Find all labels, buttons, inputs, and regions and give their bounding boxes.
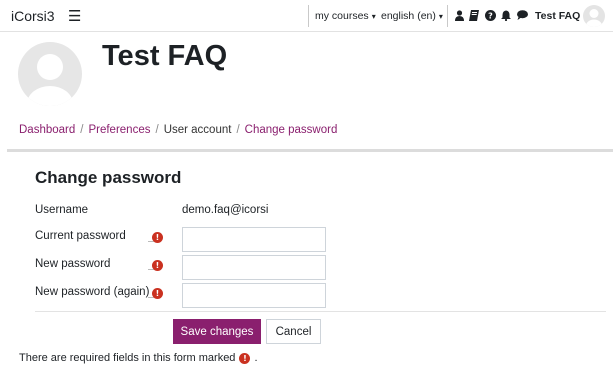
bell-icon[interactable]	[500, 8, 512, 22]
breadcrumb-separator: /	[80, 124, 84, 136]
menu-toggle-icon[interactable]: ☰	[68, 7, 81, 25]
new-password-input[interactable]	[182, 255, 326, 280]
my-courses-menu[interactable]: my courses ▾	[315, 10, 376, 22]
page-title: Test FAQ	[102, 40, 228, 72]
form-divider	[35, 311, 606, 312]
current-password-label: Current password	[35, 230, 126, 242]
avatar[interactable]	[583, 5, 605, 27]
help-icon[interactable]: ?	[484, 8, 496, 22]
breadcrumb-dashboard[interactable]: Dashboard	[19, 124, 75, 136]
top-navbar: iCorsi3 ☰ my courses ▾ english (en) ▾ ? Te…	[0, 0, 613, 32]
my-courses-label: my courses	[315, 10, 369, 22]
required-fields-note: There are required fields in this form m…	[19, 352, 258, 364]
new-password-again-label: New password (again)	[35, 286, 150, 298]
user-menu-name[interactable]: Test FAQ	[535, 10, 580, 22]
navbar-divider	[308, 5, 309, 27]
chevron-down-icon: ▾	[438, 12, 443, 21]
user-icon[interactable]	[453, 8, 465, 22]
profile-avatar	[18, 42, 82, 106]
current-password-input[interactable]	[182, 227, 326, 252]
book-icon[interactable]	[468, 8, 480, 22]
navbar-divider	[447, 5, 448, 27]
chat-icon[interactable]	[516, 8, 528, 22]
language-menu[interactable]: english (en) ▾	[381, 10, 443, 22]
username-value: demo.faq@icorsi	[182, 204, 269, 216]
new-password-label: New password	[35, 258, 111, 270]
save-changes-button[interactable]: Save changes	[173, 319, 261, 344]
language-label: english (en)	[381, 10, 436, 22]
breadcrumb-separator: /	[155, 124, 159, 136]
breadcrumb-user-account: User account	[163, 124, 232, 136]
required-icon: !	[152, 260, 163, 271]
section-divider	[7, 149, 613, 152]
new-password-again-input[interactable]	[182, 283, 326, 308]
required-icon: !	[239, 352, 251, 364]
site-brand[interactable]: iCorsi3	[11, 8, 55, 24]
breadcrumb-separator: /	[236, 124, 240, 136]
required-icon: !	[152, 288, 163, 299]
required-note-text: There are required fields in this form m…	[19, 352, 236, 364]
form-title: Change password	[35, 168, 182, 187]
required-icon: !	[152, 232, 163, 243]
breadcrumb: Dashboard / Preferences / User account / Chang…	[19, 124, 337, 136]
cancel-button[interactable]: Cancel	[266, 319, 321, 344]
chevron-down-icon: ▾	[371, 12, 376, 21]
svg-text:?: ?	[488, 11, 493, 20]
breadcrumb-preferences[interactable]: Preferences	[88, 124, 150, 136]
username-label: Username	[35, 204, 89, 216]
required-note-end: .	[254, 352, 258, 364]
breadcrumb-change-password[interactable]: Change password	[245, 124, 338, 136]
